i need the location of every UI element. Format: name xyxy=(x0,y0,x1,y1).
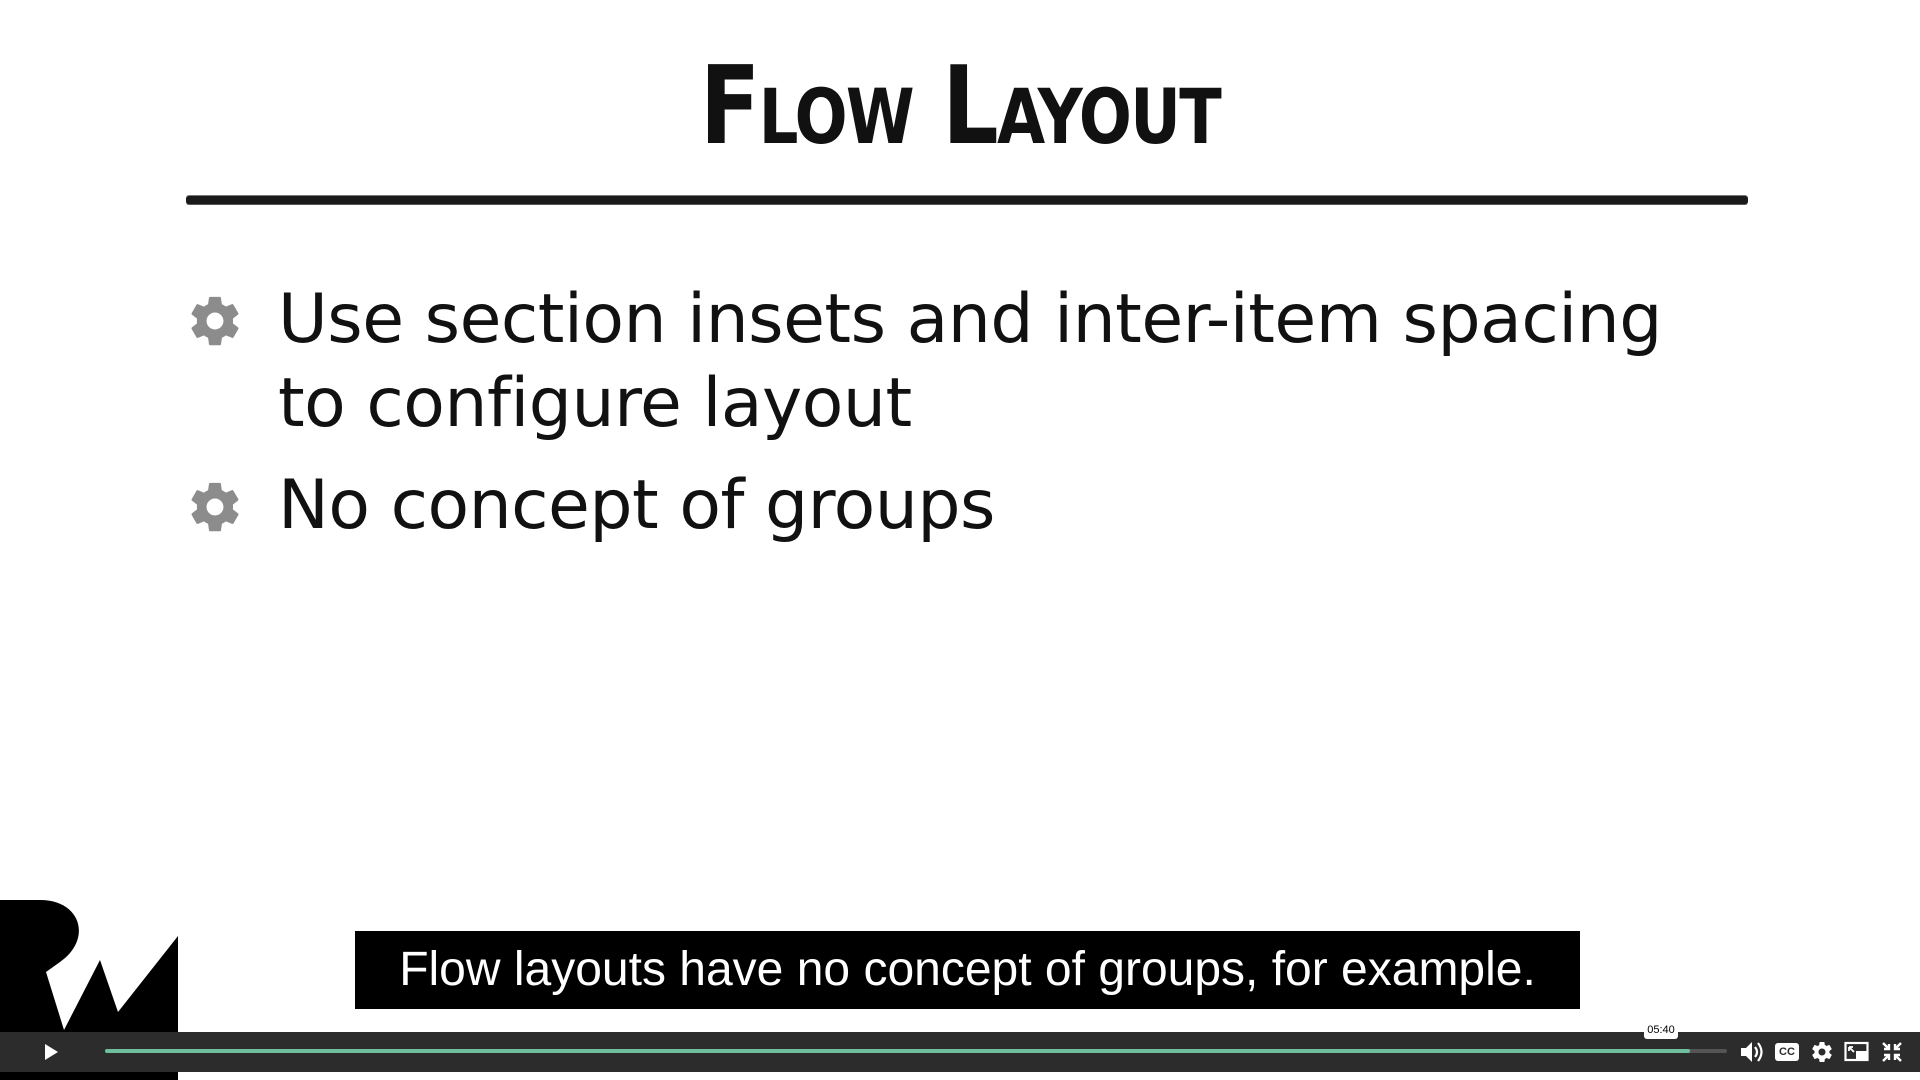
exit-fullscreen-icon xyxy=(1882,1042,1902,1062)
progress-bar[interactable] xyxy=(105,1049,1727,1053)
play-icon xyxy=(45,1044,58,1060)
play-button[interactable] xyxy=(34,1035,68,1069)
progress-fill xyxy=(105,1049,1690,1053)
bullet-list: Use section insets and inter-item spacin… xyxy=(186,278,1746,566)
settings-button[interactable] xyxy=(1806,1036,1838,1068)
slide-title: Flow Layout xyxy=(699,44,1222,169)
bullet-item: Use section insets and inter-item spacin… xyxy=(186,278,1746,446)
gear-icon xyxy=(191,482,239,532)
exit-fullscreen-button[interactable] xyxy=(1876,1036,1908,1068)
gear-icon xyxy=(1812,1042,1832,1063)
slide: Flow Layout Use section insets and inter… xyxy=(0,0,1920,1080)
title-underline xyxy=(186,196,1748,204)
captions-button[interactable]: CC xyxy=(1771,1036,1803,1068)
cc-icon: CC xyxy=(1775,1043,1799,1061)
picture-in-picture-button[interactable] xyxy=(1841,1036,1873,1068)
gear-icon xyxy=(191,296,239,346)
picture-in-picture-icon xyxy=(1844,1041,1869,1062)
time-tooltip: 05:40 xyxy=(1644,1022,1678,1039)
bullet-text: No concept of groups xyxy=(278,466,995,545)
subtitle-caption: Flow layouts have no concept of groups, … xyxy=(355,931,1580,1009)
volume-icon xyxy=(1741,1042,1763,1062)
bullet-item: No concept of groups xyxy=(186,464,1746,548)
volume-button[interactable] xyxy=(1736,1036,1768,1068)
bullet-text: Use section insets and inter-item spacin… xyxy=(278,280,1662,443)
